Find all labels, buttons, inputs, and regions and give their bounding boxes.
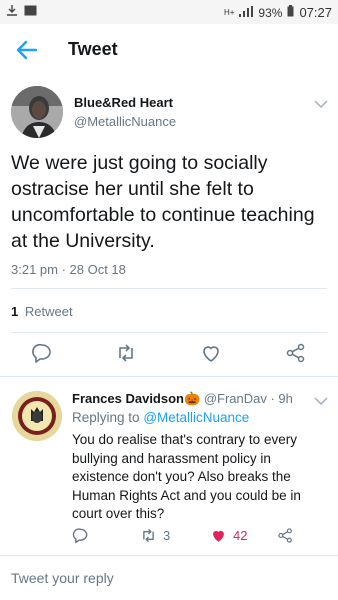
reply-age: · 9h bbox=[270, 391, 293, 406]
battery-icon bbox=[287, 5, 294, 20]
reply-author-handle: @FranDav bbox=[203, 391, 267, 406]
heart-filled-icon bbox=[213, 530, 224, 542]
more-options-button[interactable] bbox=[314, 96, 328, 114]
replying-to: Replying to @MetallicNuance bbox=[72, 410, 249, 425]
replying-to-link[interactable]: @MetallicNuance bbox=[143, 410, 249, 425]
clock: 07:27 bbox=[299, 5, 332, 20]
reply-like-count: 42 bbox=[233, 528, 248, 543]
reply-compose-input[interactable]: Tweet your reply bbox=[11, 570, 114, 586]
main-tweet: Blue&Red Heart @MetallicNuance We were j… bbox=[0, 76, 338, 380]
divider bbox=[11, 288, 327, 289]
share-icon bbox=[278, 528, 292, 543]
arrow-left-icon bbox=[16, 40, 38, 60]
reply-retweet-count: 3 bbox=[163, 528, 171, 543]
chevron-down-icon bbox=[314, 100, 328, 109]
retweet-icon bbox=[119, 344, 133, 362]
page-title: Tweet bbox=[68, 39, 118, 59]
reply-icon bbox=[32, 343, 51, 363]
author-name[interactable]: Blue&Red Heart bbox=[74, 95, 173, 110]
reply-actions: 3 42 bbox=[0, 527, 338, 547]
reply-more-options-button[interactable] bbox=[314, 393, 328, 411]
battery-percent: 93% bbox=[258, 5, 283, 20]
author-handle[interactable]: @MetallicNuance bbox=[74, 114, 176, 129]
app-bar: Tweet bbox=[0, 24, 338, 76]
divider bbox=[0, 555, 338, 556]
reply-text: You do realise that's contrary to every … bbox=[72, 432, 301, 521]
heart-icon bbox=[203, 346, 219, 362]
reply-retweet-button[interactable]: 3 bbox=[140, 527, 170, 544]
chevron-down-icon bbox=[314, 397, 328, 406]
retweet-stats[interactable]: 1 Retweet bbox=[11, 304, 73, 319]
reply-icon bbox=[72, 528, 88, 544]
status-bar: H+ 93% 07:27 bbox=[0, 0, 338, 24]
reply-tweet[interactable]: Frances Davidson🎃 @FranDav · 9h Replying… bbox=[0, 377, 338, 553]
signal-icon bbox=[239, 5, 254, 20]
tweet-text: We were just going to socially ostracise… bbox=[11, 152, 315, 252]
share-icon bbox=[286, 343, 305, 363]
like-button[interactable] bbox=[200, 342, 222, 364]
retweet-label: Retweet bbox=[24, 304, 73, 319]
replying-to-prefix: Replying to bbox=[72, 410, 140, 425]
reply-author[interactable]: Frances Davidson🎃 @FranDav · 9h bbox=[72, 391, 293, 407]
divider bbox=[11, 332, 327, 333]
retweet-icon bbox=[143, 528, 154, 543]
image-icon bbox=[24, 5, 37, 19]
avatar[interactable] bbox=[11, 86, 63, 138]
download-icon bbox=[6, 4, 18, 19]
reply-avatar[interactable] bbox=[12, 391, 62, 441]
pumpkin-emoji: 🎃 bbox=[184, 391, 201, 406]
reply-like-button[interactable]: 42 bbox=[210, 527, 247, 544]
reply-share-button[interactable] bbox=[277, 527, 294, 544]
network-type: H+ bbox=[223, 8, 235, 17]
retweet-button[interactable] bbox=[115, 342, 137, 364]
back-button[interactable] bbox=[14, 38, 40, 62]
tweet-actions bbox=[0, 342, 338, 370]
reply-author-name: Frances Davidson bbox=[72, 391, 184, 406]
tweet-timestamp: 3:21 pm · 28 Oct 18 bbox=[11, 262, 126, 277]
reply-reply-button[interactable] bbox=[72, 527, 89, 544]
retweet-count: 1 bbox=[11, 304, 19, 319]
share-button[interactable] bbox=[285, 342, 307, 364]
reply-button[interactable] bbox=[31, 342, 53, 364]
